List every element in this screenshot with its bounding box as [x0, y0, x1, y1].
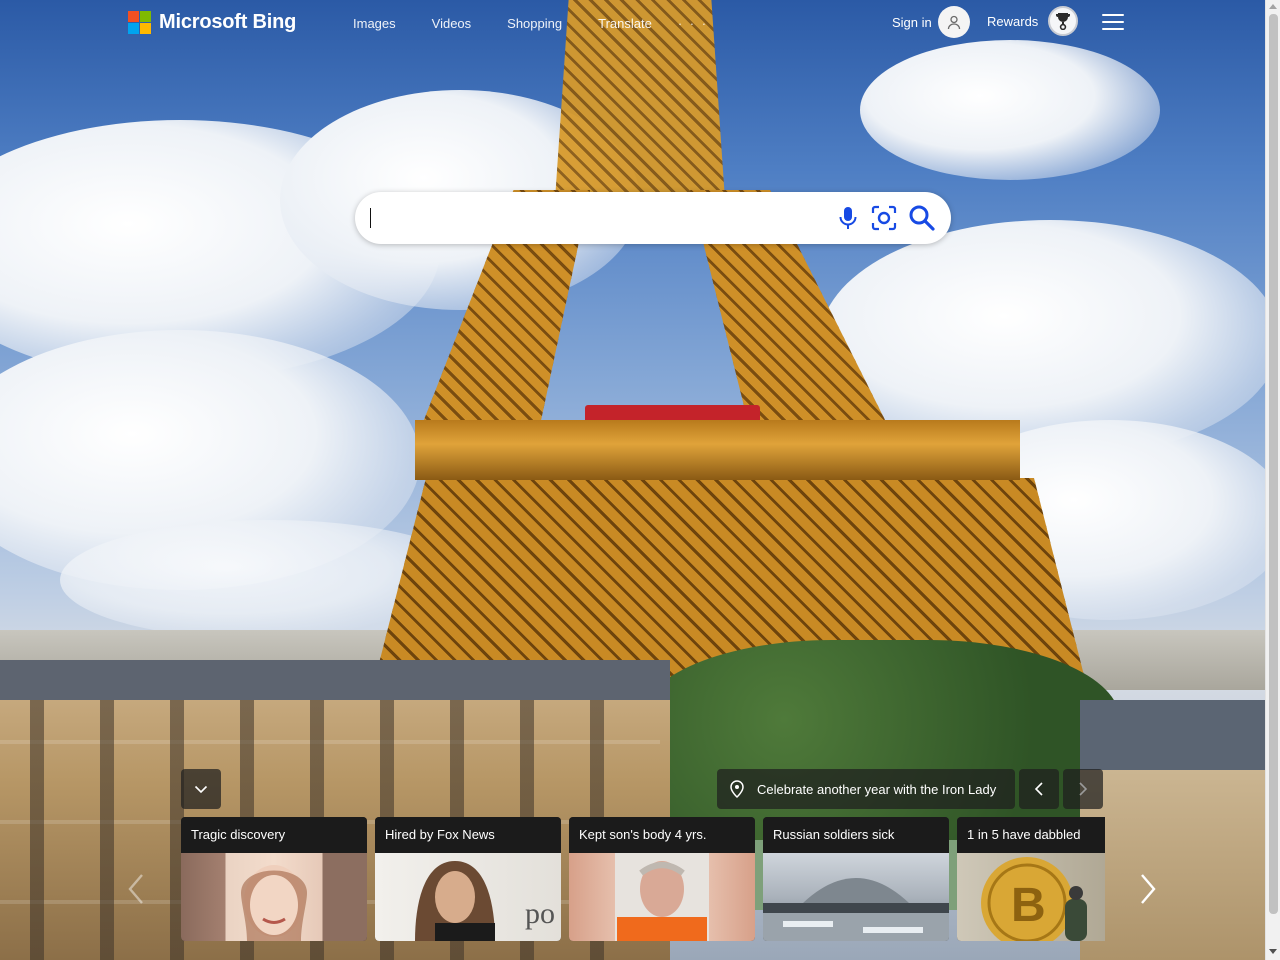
- rewards-button[interactable]: Rewards: [987, 6, 1079, 36]
- image-info-button[interactable]: Celebrate another year with the Iron Lad…: [717, 769, 1015, 809]
- user-avatar-icon: [937, 6, 970, 38]
- nav-images[interactable]: Images: [353, 16, 396, 31]
- location-pin-icon: [730, 780, 744, 798]
- news-card-title: Tragic discovery: [181, 817, 367, 853]
- search-input[interactable]: [371, 204, 831, 232]
- news-card[interactable]: Tragic discovery: [181, 817, 367, 941]
- search-box: [355, 192, 951, 244]
- news-card-title: Kept son's body 4 yrs.: [569, 817, 755, 853]
- top-header: Microsoft Bing Images Videos Shopping Tr…: [0, 0, 1265, 46]
- scroll-down-icon[interactable]: [1269, 949, 1277, 954]
- page-scrollbar[interactable]: [1265, 0, 1280, 960]
- news-card-thumbnail: [763, 853, 949, 941]
- bing-logo[interactable]: Microsoft Bing: [128, 10, 296, 34]
- previous-image-button[interactable]: [1019, 769, 1059, 809]
- top-nav: Images Videos Shopping Translate · · ·: [335, 16, 708, 31]
- news-card-thumbnail: B: [957, 853, 1105, 941]
- microsoft-logo-icon: [128, 10, 151, 34]
- rewards-label: Rewards: [987, 13, 1039, 29]
- scroll-thumb[interactable]: [1269, 14, 1278, 914]
- scroll-up-icon[interactable]: [1269, 4, 1277, 9]
- sign-in-button[interactable]: Sign in: [892, 6, 970, 38]
- next-image-button[interactable]: [1063, 769, 1103, 809]
- search-icon[interactable]: [908, 204, 936, 232]
- background-image: [0, 0, 1265, 960]
- nav-shopping[interactable]: Shopping: [507, 16, 562, 31]
- chevron-left-icon: [1034, 782, 1043, 796]
- rewards-trophy-icon: [1048, 6, 1079, 36]
- nav-more-button[interactable]: · · ·: [678, 16, 708, 31]
- news-card-thumbnail: po: [375, 853, 561, 941]
- news-card-title: 1 in 5 have dabbled: [957, 817, 1105, 853]
- news-card-title: Russian soldiers sick: [763, 817, 949, 853]
- chevron-right-icon: [1079, 782, 1088, 796]
- visual-search-icon[interactable]: [871, 205, 897, 231]
- news-card-thumbnail: [569, 853, 755, 941]
- carousel-previous-icon[interactable]: [126, 872, 146, 906]
- text-cursor: [370, 208, 371, 228]
- news-card[interactable]: 1 in 5 have dabbled B: [957, 817, 1105, 941]
- nav-translate[interactable]: Translate: [598, 16, 652, 31]
- news-card-title: Hired by Fox News: [375, 817, 561, 853]
- image-info-title: Celebrate another year with the Iron Lad…: [757, 781, 997, 797]
- news-card[interactable]: Hired by Fox News po: [375, 817, 561, 941]
- carousel-next-icon[interactable]: [1138, 872, 1158, 906]
- news-card[interactable]: Kept son's body 4 yrs.: [569, 817, 755, 941]
- logo-text: Microsoft Bing: [159, 10, 297, 33]
- menu-hamburger-icon[interactable]: [1102, 14, 1124, 32]
- sign-in-label: Sign in: [892, 14, 932, 30]
- microphone-icon[interactable]: [836, 205, 860, 231]
- chevron-down-icon: [194, 785, 208, 794]
- news-card-thumbnail: [181, 853, 367, 941]
- collapse-feed-button[interactable]: [181, 769, 221, 809]
- nav-videos[interactable]: Videos: [432, 16, 472, 31]
- svg-text:B: B: [1011, 879, 1046, 932]
- news-card[interactable]: Russian soldiers sick: [763, 817, 949, 941]
- news-carousel: Tragic discovery Hired by Fox News po Ke…: [181, 817, 1105, 941]
- svg-text:po: po: [525, 897, 555, 930]
